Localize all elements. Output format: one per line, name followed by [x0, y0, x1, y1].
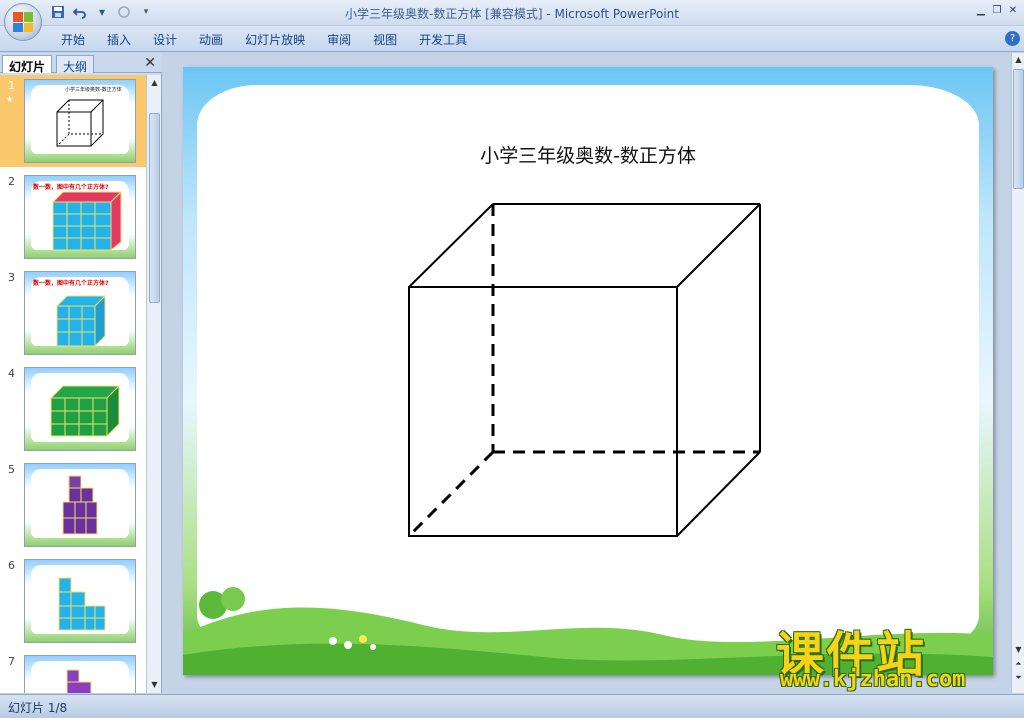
cube-stack-thumb-icon: [55, 294, 107, 348]
tab-animations[interactable]: 动画: [188, 31, 234, 48]
cube-stack-thumb-icon: [66, 669, 92, 693]
thumbnail-image: [24, 559, 136, 643]
thumbnail-image: [24, 463, 136, 547]
slide-number: 3: [8, 271, 15, 284]
title-separator: -: [542, 7, 555, 21]
cube-top-left-edge: [408, 203, 494, 288]
cube-thumb-icon: [56, 99, 104, 147]
thumbnail-list: 1 ★ 小学三年级奥数-数正方体 2 数一数，图中有几个正方体? 3 数一数，图…: [0, 75, 146, 693]
slide-number: 2: [8, 175, 15, 188]
status-bar: 幻灯片 1/8: [0, 694, 1024, 718]
document-title: 小学三年级奥数-数正方体 [兼容模式]: [345, 7, 543, 21]
minimize-icon[interactable]: ▁: [974, 3, 988, 17]
cube-top-right-edge: [676, 203, 761, 288]
thumbnail-image: [24, 367, 136, 451]
thumbnail-image: 数一数，图中有几个正方体?: [24, 271, 136, 355]
tab-slides[interactable]: 幻灯片: [2, 55, 53, 74]
tab-review[interactable]: 审阅: [316, 31, 362, 48]
app-name: Microsoft PowerPoint: [554, 7, 679, 21]
ribbon-tab-bar: 开始 插入 设计 动画 幻灯片放映 审阅 视图 开发工具 ?: [0, 26, 1024, 52]
slide-thumbnail-1[interactable]: 1 ★ 小学三年级奥数-数正方体: [0, 75, 146, 167]
slide-number: 6: [8, 559, 15, 572]
cube-stack-thumb-icon: [58, 577, 106, 631]
tab-home[interactable]: 开始: [50, 31, 96, 48]
scrollbar-thumb[interactable]: [149, 113, 160, 303]
thumbnail-scrollbar[interactable]: ▲ ▼: [146, 75, 161, 693]
slide-number: 1: [8, 79, 15, 92]
title-bar: ▾ ▾ 小学三年级奥数-数正方体 [兼容模式] - Microsoft Powe…: [0, 0, 1024, 26]
previous-slide-icon[interactable]: ⏶: [1012, 659, 1024, 669]
slide-thumbnail-4[interactable]: 4: [0, 363, 146, 455]
slide-counter: 幻灯片 1/8: [8, 701, 68, 715]
slide-thumbnail-7[interactable]: 7: [0, 651, 146, 693]
next-slide-icon[interactable]: ⏷: [1012, 673, 1024, 683]
close-icon[interactable]: ✕: [1006, 3, 1020, 17]
scrollbar-thumb[interactable]: [1013, 69, 1024, 189]
thumbnail-image: 数一数，图中有几个正方体?: [24, 175, 136, 259]
slide-scrollbar[interactable]: ▲ ▼ ⏶ ⏷: [1011, 53, 1024, 693]
cube-front-face: [408, 286, 678, 537]
thumbnail-image: [24, 655, 136, 693]
animation-star-icon: ★: [6, 95, 14, 104]
scroll-up-icon[interactable]: ▲: [147, 75, 162, 89]
current-slide[interactable]: 小学三年级奥数-数正方体: [183, 67, 993, 675]
cube-stack-thumb-icon: [62, 475, 98, 535]
watermark: 课件站 www.kjzhan.com: [776, 615, 1006, 695]
scroll-down-icon[interactable]: ▼: [147, 677, 162, 691]
thumbnail-title: 小学三年级奥数-数正方体: [65, 87, 122, 93]
slide-thumbnail-6[interactable]: 6: [0, 555, 146, 647]
cube-bottom-right-edge: [676, 451, 761, 537]
slide-number: 4: [8, 367, 15, 380]
slides-pane: 幻灯片 大纲 ✕ 1 ★ 小学三年级奥数-数正方体 2 数一数，图中有几个正方体…: [0, 53, 162, 693]
cube-stack-thumb-icon: [49, 384, 121, 438]
thumbnail-image: 小学三年级奥数-数正方体: [24, 79, 136, 163]
pane-tabs: 幻灯片 大纲 ✕: [0, 53, 162, 74]
tab-developer[interactable]: 开发工具: [408, 31, 478, 48]
ribbon-tabs: 开始 插入 设计 动画 幻灯片放映 审阅 视图 开发工具: [50, 31, 478, 48]
scroll-up-icon[interactable]: ▲: [1012, 55, 1024, 64]
close-pane-icon[interactable]: ✕: [144, 55, 156, 71]
tab-design[interactable]: 设计: [142, 31, 188, 48]
watermark-url: www.kjzhan.com: [780, 667, 966, 692]
window-title: 小学三年级奥数-数正方体 [兼容模式] - Microsoft PowerPoi…: [0, 5, 1024, 22]
help-icon[interactable]: ?: [1005, 31, 1020, 46]
office-button[interactable]: [4, 3, 42, 41]
cube-stack-thumb-icon: [51, 190, 123, 252]
office-logo-icon: [13, 12, 33, 32]
tab-slide-show[interactable]: 幻灯片放映: [234, 31, 316, 48]
scroll-down-icon[interactable]: ▼: [1012, 645, 1024, 654]
tab-outline[interactable]: 大纲: [56, 55, 95, 74]
slide-thumbnail-2[interactable]: 2 数一数，图中有几个正方体?: [0, 171, 146, 263]
window-controls: ▁ ❐ ✕: [974, 3, 1020, 17]
slide-number: 5: [8, 463, 15, 476]
tab-insert[interactable]: 插入: [96, 31, 142, 48]
slide-thumbnail-3[interactable]: 3 数一数，图中有几个正方体?: [0, 267, 146, 359]
cube-hidden-diagonal-edge: [407, 450, 495, 538]
restore-icon[interactable]: ❐: [990, 3, 1004, 17]
tab-view[interactable]: 视图: [362, 31, 408, 48]
slide-thumbnail-5[interactable]: 5: [0, 459, 146, 551]
thumbnail-title: 数一数，图中有几个正方体?: [33, 280, 109, 287]
slide-number: 7: [8, 655, 15, 668]
